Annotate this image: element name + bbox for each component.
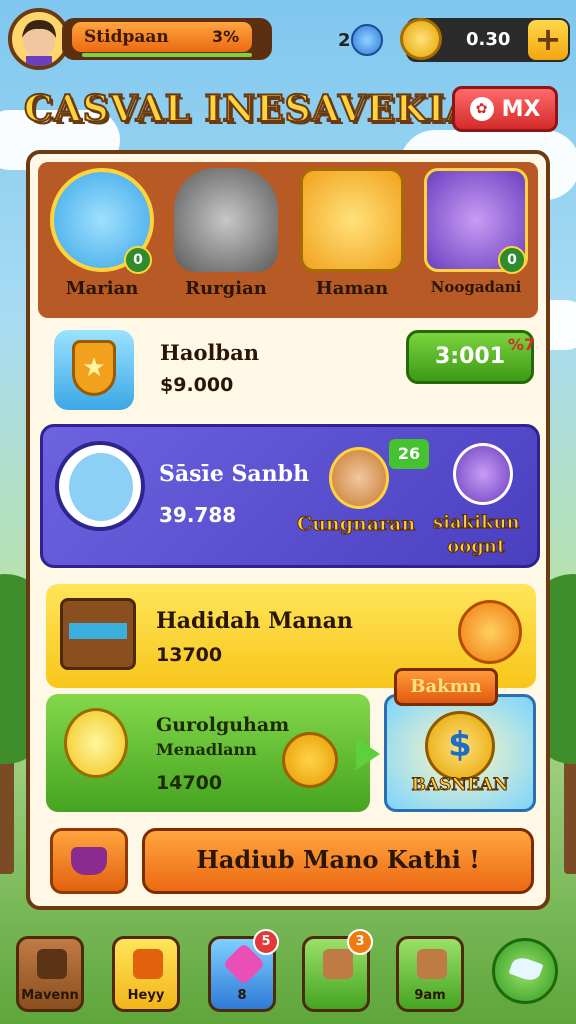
hero-badge: 0 — [124, 246, 152, 274]
featured-caption-right: siakikun oognt — [433, 511, 521, 559]
player-percent: 3% — [212, 27, 240, 46]
cta-button[interactable]: Hadiub Mano Kathi ! — [142, 828, 534, 894]
notification-badge: 5 — [253, 929, 279, 955]
leaf-action-button[interactable] — [492, 938, 558, 1004]
bonus-ribbon: Bakmn — [394, 668, 498, 706]
bottom-nav: Mavenn Heyy 5 8 3 9am — [0, 929, 576, 1024]
nav-label: 9am — [414, 988, 446, 1003]
bonus-label: BASNEAN — [411, 775, 509, 796]
featured-value: 39.788 — [159, 503, 237, 527]
nav-item-shop[interactable]: Heyy — [112, 936, 180, 1012]
hero-card[interactable]: Rurgian — [166, 168, 286, 316]
nav-label: 8 — [237, 988, 247, 1003]
store-title: Haolban — [160, 340, 259, 365]
lightbulb-icon — [64, 708, 128, 778]
page-title: CASVAL INESAVEKIA — [23, 87, 475, 131]
buy-button-label: 3:001 — [434, 344, 506, 369]
cta-row: Hadiub Mano Kathi ! — [46, 828, 536, 898]
hero-card[interactable]: Haman — [292, 168, 412, 316]
crate-icon — [323, 949, 353, 979]
gem-counter[interactable]: 2 — [338, 24, 383, 56]
hero-label: Haman — [315, 278, 389, 299]
featured-caption-left: Cungnaran — [296, 513, 416, 536]
player-bar: Stidpaan 3% — [62, 18, 272, 60]
idea-subtitle: Menadlann — [156, 740, 257, 759]
nav-item-crate[interactable]: 3 — [302, 929, 373, 1012]
shield-icon: ★ — [54, 330, 134, 410]
candy-icon: ✿ — [469, 97, 494, 121]
add-coins-button[interactable]: + — [528, 20, 568, 60]
hero-label: Marian — [65, 278, 139, 299]
level-badge: 26 — [389, 439, 429, 469]
hero-portrait-icon — [329, 447, 389, 509]
hero-strip: 0 Marian Rurgian Haman 0 Noogadani — [38, 162, 538, 318]
avatar-face-icon — [22, 20, 56, 66]
idea-row[interactable]: Gurolguham Menadlann 14700 — [46, 694, 370, 812]
chest-icon — [60, 598, 136, 670]
coin-icon — [400, 18, 442, 60]
store-row: ★ Haolban $9.000 3:001 %7 — [50, 330, 535, 410]
top-bar: Stidpaan 3% 2 0.30 + — [8, 8, 570, 70]
player-name: Stidpaan — [84, 27, 169, 47]
avatar — [55, 441, 145, 531]
hero-badge: 0 — [498, 246, 526, 274]
buy-button[interactable]: 3:001 %7 — [406, 330, 535, 384]
coin-icon — [458, 600, 522, 664]
hero-label: Noogadani — [430, 278, 522, 296]
nav-label: Heyy — [127, 988, 165, 1003]
main-panel: 0 Marian Rurgian Haman 0 Noogadani ★ Hao… — [26, 150, 550, 910]
notification-badge: 3 — [347, 929, 373, 955]
caption-line: oognt — [447, 536, 506, 558]
coin-bar: 0.30 + — [400, 18, 570, 62]
hero-card[interactable]: 0 Noogadani — [416, 168, 536, 316]
coin-hands-icon — [300, 168, 404, 272]
nav-item-mailbox[interactable]: 9am — [396, 936, 464, 1012]
player-avatar[interactable] — [8, 8, 70, 70]
idea-title: Gurolguham — [156, 714, 290, 736]
hero-portrait-icon — [453, 443, 513, 505]
idea-value: 14700 — [156, 772, 223, 794]
arrow-right-icon — [356, 738, 380, 770]
mx-button[interactable]: ✿ MX — [452, 86, 558, 132]
machine-icon — [174, 168, 278, 272]
bonus-card[interactable]: $ BASNEAN — [384, 694, 536, 812]
mailbox-icon — [417, 949, 447, 979]
store-price: $9.000 — [160, 374, 234, 396]
nav-item-inventory[interactable]: Mavenn — [16, 936, 84, 1012]
hero-label: Rurgian — [185, 278, 267, 299]
nav-label: Mavenn — [21, 988, 79, 1003]
reward-value: 13700 — [156, 644, 223, 666]
mx-button-label: MX — [501, 96, 541, 122]
gem-icon — [350, 24, 383, 56]
featured-row[interactable]: Sāsīe Sanbh 39.788 26 Cungnaran siakikun… — [40, 424, 540, 568]
xp-bar — [82, 53, 252, 57]
box-icon — [37, 949, 67, 979]
gift-icon — [133, 949, 163, 979]
medal-icon — [282, 732, 338, 788]
discount-tag: %7 — [507, 335, 535, 354]
coin-value: 0.30 — [466, 29, 511, 50]
pot-icon — [50, 828, 128, 894]
featured-title: Sāsīe Sanbh — [159, 461, 310, 487]
gem-count: 2 — [338, 29, 351, 51]
dollar-coin-icon: $ — [425, 711, 495, 781]
caption-line: siakikun — [433, 512, 521, 534]
nav-item-pointer[interactable]: 5 8 — [208, 929, 279, 1012]
hero-card[interactable]: 0 Marian — [42, 168, 162, 316]
reward-title: Hadidah Manan — [156, 608, 353, 634]
